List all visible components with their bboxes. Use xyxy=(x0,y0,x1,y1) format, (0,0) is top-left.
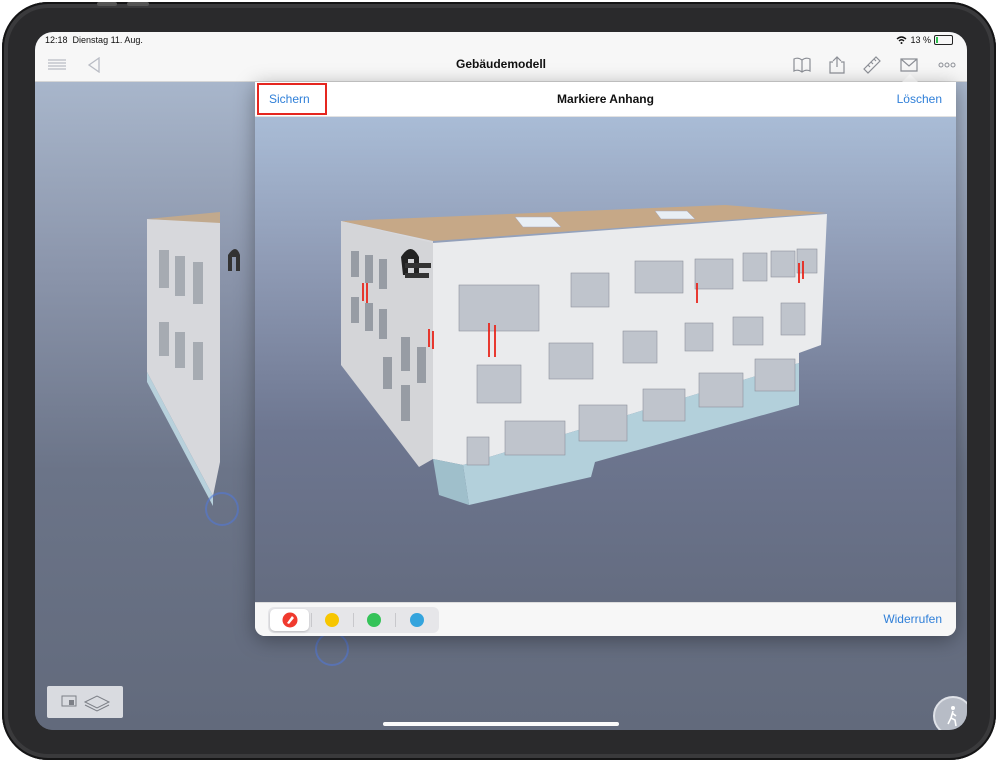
markup-toolbar: Widerrufen xyxy=(255,602,956,636)
color-red-button[interactable] xyxy=(270,609,309,631)
battery-fill xyxy=(936,37,938,43)
status-bar: 12:18 Dienstag 11. Aug. 13 % xyxy=(35,32,967,48)
pen-icon xyxy=(282,612,297,628)
modal-header: Sichern Markiere Anhang Löschen xyxy=(255,82,956,117)
floorplan-icon xyxy=(61,695,111,712)
blue-dot xyxy=(409,613,424,627)
color-blue-button[interactable] xyxy=(397,609,436,631)
delete-button[interactable]: Löschen xyxy=(897,92,942,106)
color-picker xyxy=(268,607,439,633)
green-dot xyxy=(366,613,381,627)
more-icon[interactable] xyxy=(937,55,957,75)
power-button xyxy=(127,2,149,6)
divider xyxy=(395,613,396,627)
status-time: 12:18 Dienstag 11. Aug. xyxy=(45,35,143,45)
mail-icon[interactable] xyxy=(899,55,919,75)
undo-button[interactable]: Widerrufen xyxy=(883,612,942,626)
walk-icon xyxy=(947,706,957,727)
color-yellow-button[interactable] xyxy=(312,609,351,631)
navigation-bar: Gebäudemodell xyxy=(35,48,967,82)
volume-button xyxy=(97,2,117,6)
battery-icon xyxy=(934,35,953,45)
screen: 12:18 Dienstag 11. Aug. 13 % Gebäudemode… xyxy=(35,32,967,730)
walk-mode-button[interactable] xyxy=(933,696,967,730)
book-icon[interactable] xyxy=(792,55,812,75)
modal-title: Markiere Anhang xyxy=(557,92,654,106)
battery-percent: 13 % xyxy=(910,35,931,45)
view-switcher[interactable] xyxy=(47,686,123,718)
color-green-button[interactable] xyxy=(354,609,393,631)
annotation-canvas[interactable] xyxy=(255,117,956,602)
home-indicator xyxy=(383,722,619,726)
building-model xyxy=(341,205,827,505)
share-icon[interactable] xyxy=(827,55,847,75)
wifi-icon xyxy=(897,36,907,44)
yellow-dot xyxy=(324,613,339,627)
ruler-icon[interactable] xyxy=(862,55,882,75)
position-marker-2[interactable] xyxy=(315,632,349,666)
markup-modal: Sichern Markiere Anhang Löschen Widerruf… xyxy=(255,82,956,636)
position-marker[interactable] xyxy=(205,492,239,526)
